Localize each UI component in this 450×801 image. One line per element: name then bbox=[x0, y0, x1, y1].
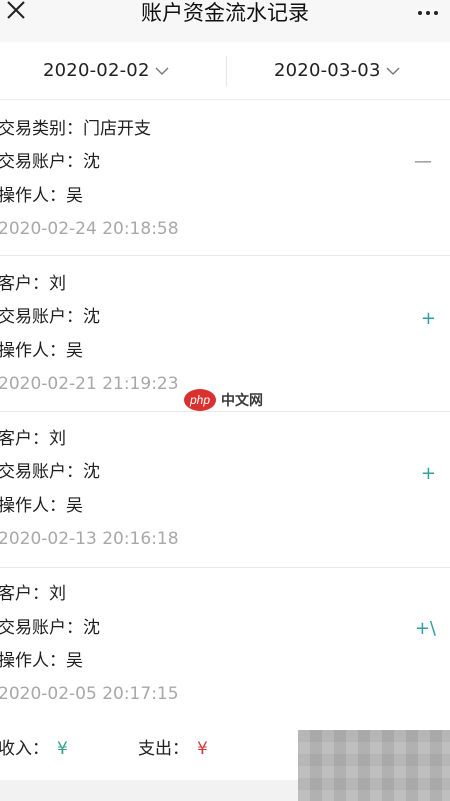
record-customer: 客户：刘 bbox=[0, 584, 66, 604]
record-operator: 操作人：吴 bbox=[0, 186, 83, 206]
record-time: 2020-02-05 20:17:15 bbox=[0, 684, 179, 704]
watermark-site: 中文网 bbox=[221, 392, 263, 408]
income-summary: 收入： ¥ bbox=[0, 738, 68, 760]
transaction-record[interactable]: 客户：刘 交易账户：沈 操作人：吴 2020-02-05 20:17:15 +\ bbox=[0, 568, 450, 724]
expense-label: 支出： bbox=[138, 739, 189, 759]
date-divider bbox=[226, 56, 227, 86]
record-account: 交易账户：沈 bbox=[0, 462, 100, 482]
record-customer: 客户：刘 bbox=[0, 274, 66, 294]
transaction-record[interactable]: 交易类别：门店开支 交易账户：沈 操作人：吴 2020-02-24 20:18:… bbox=[0, 100, 450, 256]
watermark: php 中文网 bbox=[183, 388, 263, 412]
start-date-value: 2020-02-02 bbox=[43, 60, 150, 81]
record-customer: 客户：刘 bbox=[0, 429, 66, 449]
record-time: 2020-02-21 21:19:23 bbox=[0, 374, 179, 394]
bottom-strip bbox=[0, 780, 298, 801]
record-operator: 操作人：吴 bbox=[0, 341, 83, 361]
watermark-logo-text: php bbox=[189, 393, 210, 407]
income-currency: ¥ bbox=[57, 739, 68, 759]
transaction-record[interactable]: 客户：刘 交易账户：沈 操作人：吴 2020-02-13 20:16:18 + bbox=[0, 412, 450, 568]
blurred-region bbox=[298, 730, 450, 801]
start-date-picker[interactable]: 2020-02-02 bbox=[43, 42, 169, 99]
record-time: 2020-02-13 20:16:18 bbox=[0, 529, 179, 549]
date-filter-bar: 2020-02-02 2020-03-03 bbox=[0, 42, 450, 100]
income-sign: + bbox=[420, 463, 436, 484]
record-category: 交易类别：门店开支 bbox=[0, 119, 151, 139]
more-dots-icon bbox=[426, 11, 430, 15]
expense-currency: ¥ bbox=[197, 739, 208, 759]
end-date-value: 2020-03-03 bbox=[274, 60, 381, 81]
record-operator: 操作人：吴 bbox=[0, 651, 83, 671]
record-operator: 操作人：吴 bbox=[0, 496, 83, 516]
chevron-down-icon bbox=[155, 67, 169, 75]
more-options-button[interactable] bbox=[418, 11, 438, 15]
record-account: 交易账户：沈 bbox=[0, 152, 100, 172]
income-label: 收入： bbox=[0, 739, 49, 759]
record-account: 交易账户：沈 bbox=[0, 618, 100, 638]
expense-sign: — bbox=[414, 151, 432, 172]
page-title: 账户资金流水记录 bbox=[141, 1, 309, 25]
end-date-picker[interactable]: 2020-03-03 bbox=[274, 42, 400, 99]
income-sign: +\ bbox=[414, 618, 436, 639]
more-dots-icon bbox=[418, 11, 422, 15]
more-dots-icon bbox=[434, 11, 438, 15]
record-time: 2020-02-24 20:18:58 bbox=[0, 219, 179, 239]
expense-summary: 支出： ¥ bbox=[138, 738, 208, 760]
php-logo-icon: php bbox=[184, 389, 216, 411]
record-account: 交易账户：沈 bbox=[0, 307, 100, 327]
income-sign: + bbox=[420, 308, 436, 329]
navigation-bar: 账户资金流水记录 bbox=[0, 0, 450, 42]
chevron-down-icon bbox=[386, 67, 400, 75]
